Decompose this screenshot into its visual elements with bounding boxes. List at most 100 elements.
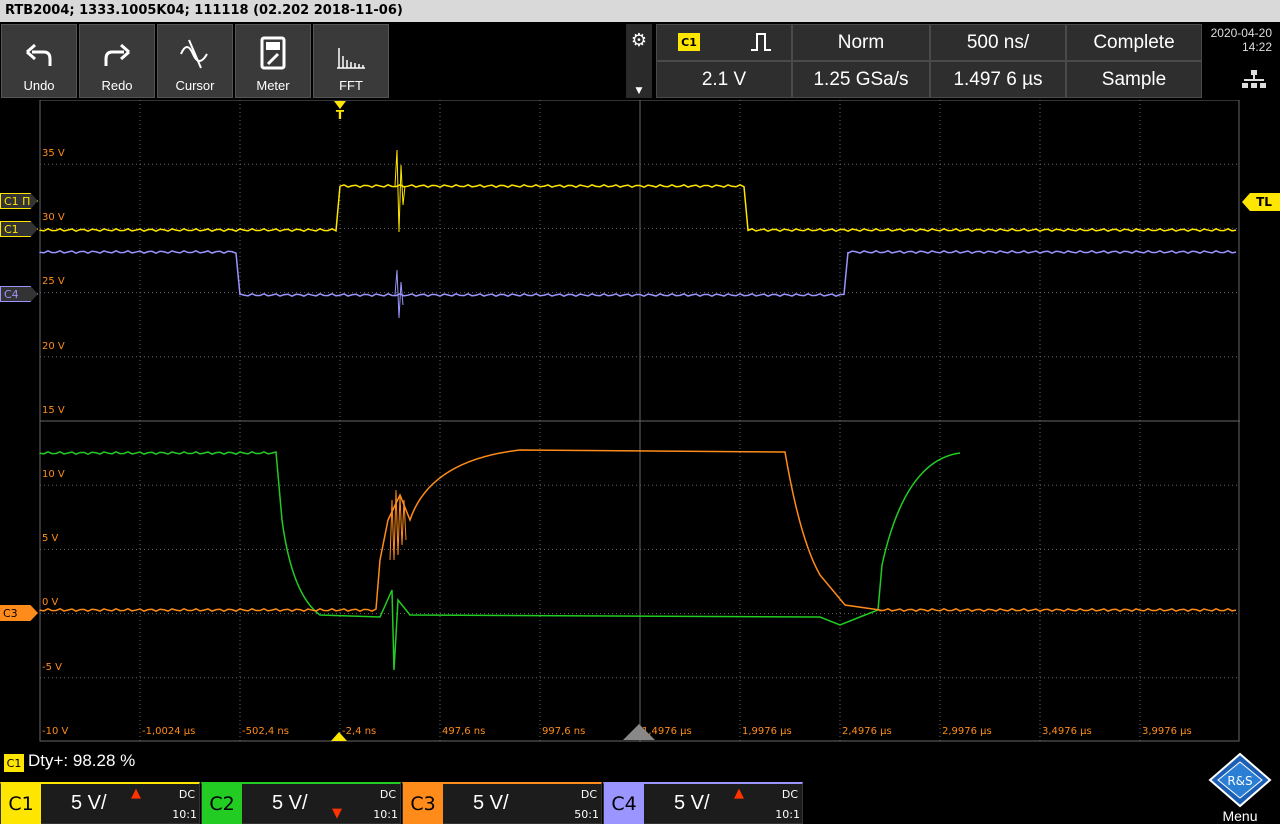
- channel-name: C3: [403, 784, 443, 824]
- channel-name: C4: [604, 784, 644, 824]
- c3-offset-tag[interactable]: C3: [0, 605, 38, 621]
- time-axis-label: 3,4976 µs: [1042, 726, 1092, 737]
- c1-offset-tag-label: C1: [4, 222, 19, 236]
- sample-rate-cell[interactable]: 1.25 GSa/s: [792, 61, 930, 98]
- c1-offset-tag[interactable]: C1: [0, 221, 38, 237]
- svg-text:R&S: R&S: [1227, 774, 1252, 788]
- acq-mode-cell[interactable]: Sample: [1066, 61, 1202, 98]
- time-axis-label: 2,4976 µs: [842, 726, 892, 737]
- time-axis-label: -502,4 ns: [242, 726, 289, 737]
- channel-name: C1: [1, 784, 41, 824]
- time-axis-label: 3,9976 µs: [1142, 726, 1192, 737]
- voltage-axis-label: 0 V: [42, 597, 59, 609]
- voltage-axis-label: -5 V: [42, 661, 62, 673]
- channel-box-c4[interactable]: C4 5 V/DC 10:1 ▲: [603, 782, 803, 824]
- offset-arrow-icon: ▲: [131, 786, 141, 801]
- channel-coupling: DC: [781, 788, 798, 801]
- center-marker: [623, 724, 655, 740]
- trigger-marker-label: T: [335, 108, 345, 122]
- voltage-axis-label: -10 V: [42, 725, 69, 737]
- time-axis-label: -1,0024 µs: [142, 726, 196, 737]
- c4-trace: [39, 249, 1237, 298]
- datetime: 2020-04-20 14:22: [1211, 26, 1272, 54]
- fft-label: FFT: [339, 78, 363, 93]
- c3-trace: [39, 449, 1237, 613]
- channel-probe-ratio: 10:1: [172, 808, 197, 821]
- timebase-cell[interactable]: 500 ns/: [930, 24, 1066, 61]
- voltage-axis-label: 35 V: [42, 148, 65, 159]
- measurement-readout[interactable]: Dty+: 98.28 %: [28, 751, 135, 771]
- channel-box-c3[interactable]: C3 5 V/DC 50:1: [402, 782, 602, 824]
- c1-ringing: [394, 149, 406, 233]
- meter-label: Meter: [256, 78, 290, 93]
- channel-coupling: DC: [178, 788, 195, 801]
- trigger-position-marker[interactable]: T: [334, 101, 346, 121]
- channel-box-c2[interactable]: C2 5 V/DC 10:1 ▼: [201, 782, 401, 824]
- channel-box-c1[interactable]: C1 5 V/DC 10:1 ▲: [0, 782, 200, 824]
- redo-label: Redo: [101, 78, 133, 93]
- undo-label: Undo: [23, 78, 55, 93]
- trigger-source-badge: C1: [678, 33, 700, 51]
- c3-offset-tag-label: C3: [3, 606, 18, 620]
- trigger-level-tag[interactable]: TL: [1242, 193, 1280, 211]
- trigger-level-cell[interactable]: 2.1 V: [656, 61, 792, 98]
- voltage-axis-label: 10 V: [42, 469, 65, 480]
- time-axis-label: 997,6 ns: [542, 726, 586, 737]
- channel-scale: 5 V/: [71, 792, 107, 814]
- time-axis-label: 2,9976 µs: [942, 726, 992, 737]
- c2-trace: [39, 450, 961, 671]
- graticule: [39, 100, 1240, 742]
- voltage-axis-label: 15 V: [42, 404, 65, 416]
- voltage-axis-label: 20 V: [42, 340, 65, 352]
- trigger-level-tag-label: TL: [1256, 195, 1272, 209]
- offset-arrow-icon: ▲: [734, 786, 744, 801]
- network-icon[interactable]: [1242, 70, 1266, 94]
- c1-trace: [39, 183, 1237, 233]
- title-bar: RTB2004; 1333.1005K04; 111118 (02.202 20…: [0, 0, 1280, 22]
- menu-button[interactable]: R&S Menu: [1200, 748, 1280, 824]
- undo-icon: [26, 43, 52, 66]
- cursor-icon: [180, 39, 208, 69]
- time-axis-label: -2,4 ns: [342, 726, 377, 737]
- fft-icon: [337, 48, 365, 69]
- channel-scale: 5 V/: [272, 792, 308, 814]
- channel-coupling: DC: [580, 788, 597, 801]
- channel-coupling: DC: [379, 788, 396, 801]
- redo-icon: [104, 43, 130, 66]
- voltage-axis-label: 5 V: [42, 533, 59, 545]
- measurement-channel-badge: C1: [4, 754, 24, 772]
- gear-icon: ⚙: [630, 30, 648, 51]
- undo-button[interactable]: Undo: [1, 24, 77, 98]
- channel-probe-ratio: 50:1: [574, 808, 599, 821]
- meter-icon: [260, 36, 286, 70]
- rs-logo-icon: R&S: [1208, 752, 1272, 808]
- voltage-axis-label: 25 V: [42, 276, 65, 288]
- time-axis-label: 497,6 ns: [442, 726, 486, 737]
- meter-button[interactable]: Meter: [235, 24, 311, 98]
- c1-trigger-tag[interactable]: C1 Π: [0, 193, 38, 209]
- time-axis-label: 1,9976 µs: [742, 726, 792, 737]
- time-text: 14:22: [1241, 40, 1272, 54]
- dropdown-icon: ▼: [635, 86, 643, 96]
- channel-probe-ratio: 10:1: [775, 808, 800, 821]
- channel-probe-ratio: 10:1: [373, 808, 398, 821]
- waveform-display[interactable]: [0, 100, 1280, 745]
- acq-state-cell[interactable]: Complete: [1066, 24, 1202, 61]
- horizontal-position-marker[interactable]: [331, 732, 347, 741]
- c4-offset-tag[interactable]: C4: [0, 286, 38, 302]
- trigger-mode-cell[interactable]: Norm: [792, 24, 930, 61]
- redo-button[interactable]: Redo: [79, 24, 155, 98]
- trigger-position-cell[interactable]: 1.497 6 µs: [930, 61, 1066, 98]
- trigger-slope-icon: [750, 32, 772, 56]
- channel-name: C2: [202, 784, 242, 824]
- menu-label: Menu: [1222, 808, 1258, 824]
- channel-scale: 5 V/: [674, 792, 710, 814]
- cursor-label: Cursor: [175, 78, 215, 93]
- cursor-button[interactable]: Cursor: [157, 24, 233, 98]
- offset-arrow-icon: ▼: [332, 806, 342, 821]
- c1-trigger-tag-label: C1 Π: [4, 194, 31, 208]
- settings-gear-button[interactable]: ⚙ ▼: [626, 24, 652, 98]
- voltage-axis-label: 30 V: [42, 212, 65, 224]
- c4-offset-tag-label: C4: [4, 287, 19, 301]
- fft-button[interactable]: FFT: [313, 24, 389, 98]
